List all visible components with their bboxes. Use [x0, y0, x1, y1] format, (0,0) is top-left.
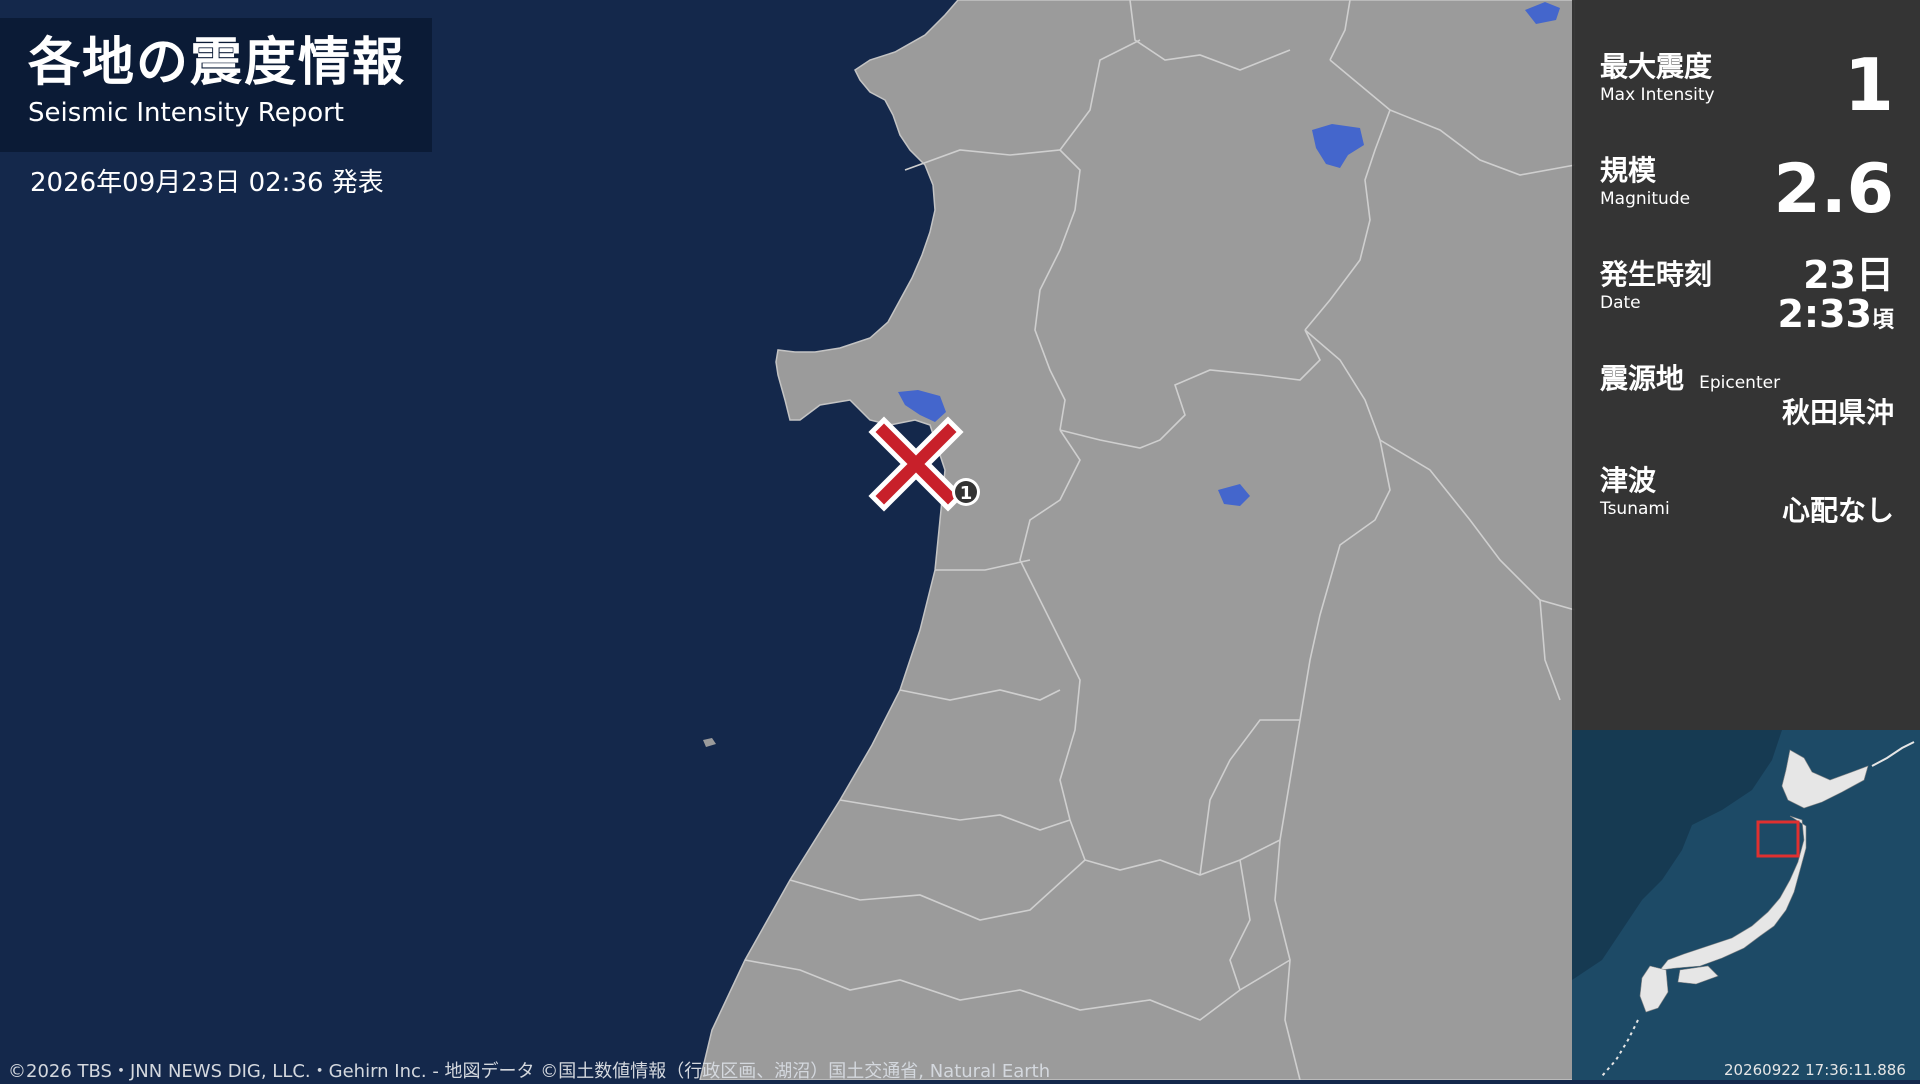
date-time-value: 2:33 — [1777, 292, 1872, 336]
tsunami-value: 心配なし — [1781, 494, 1894, 527]
page-title: 各地の震度情報 — [28, 33, 407, 93]
epicenter-label-en: Epicenter — [1699, 373, 1781, 393]
date-day: 23日 — [1803, 253, 1894, 297]
epicenter-value: 秋田県沖 — [1781, 396, 1894, 429]
inset-kuril — [1871, 741, 1915, 767]
inset-kyushu — [1639, 965, 1669, 1013]
magnitude-value: 2.6 — [1773, 150, 1894, 229]
inset-shikoku — [1677, 965, 1719, 985]
date-label-en: Date — [1600, 293, 1641, 313]
inset-map-svg — [1572, 730, 1915, 1077]
magnitude-label-ja: 規模 — [1600, 154, 1657, 187]
inset-hokkaido — [1781, 749, 1869, 809]
max-intensity-label-en: Max Intensity — [1600, 85, 1715, 105]
max-intensity-label: 最大震度 Max Intensity — [1600, 50, 1715, 106]
max-intensity-label-ja: 最大震度 — [1600, 50, 1713, 83]
info-panel: 最大震度 Max Intensity 1 規模 Magnitude 2.6 発生… — [1572, 0, 1920, 730]
inset-ryukyu — [1601, 1019, 1639, 1077]
tsunami-label: 津波 Tsunami — [1600, 464, 1670, 520]
date-time: 2:33頃 — [1777, 294, 1894, 342]
tsunami-label-en: Tsunami — [1600, 499, 1670, 519]
inset-map — [1572, 730, 1920, 1080]
max-intensity-value: 1 — [1843, 43, 1894, 127]
date-label-ja: 発生時刻 — [1600, 258, 1713, 291]
map-credit: ©2026 TBS・JNN NEWS DIG, LLC.・Gehirn Inc.… — [8, 1061, 1051, 1082]
intensity-marker-label: 1 — [960, 483, 973, 504]
issued-time: 2026年09月23日 02:36 発表 — [30, 168, 384, 198]
render-timestamp: 20260922 17:36:11.886 — [1724, 1061, 1906, 1079]
date-label: 発生時刻 Date — [1600, 258, 1712, 314]
epicenter-label-ja: 震源地 — [1600, 362, 1685, 395]
tsunami-label-ja: 津波 — [1600, 464, 1657, 497]
page-subtitle: Seismic Intensity Report — [28, 98, 344, 128]
date-approx: 頃 — [1871, 308, 1894, 333]
intensity-marker: 1 — [952, 478, 980, 506]
magnitude-label-en: Magnitude — [1600, 189, 1691, 209]
inset-focus-frame — [1756, 820, 1800, 858]
epicenter-label: 震源地 Epicenter — [1600, 362, 1780, 396]
magnitude-label: 規模 Magnitude — [1600, 154, 1690, 210]
title-box: 各地の震度情報 Seismic Intensity Report — [0, 18, 432, 152]
